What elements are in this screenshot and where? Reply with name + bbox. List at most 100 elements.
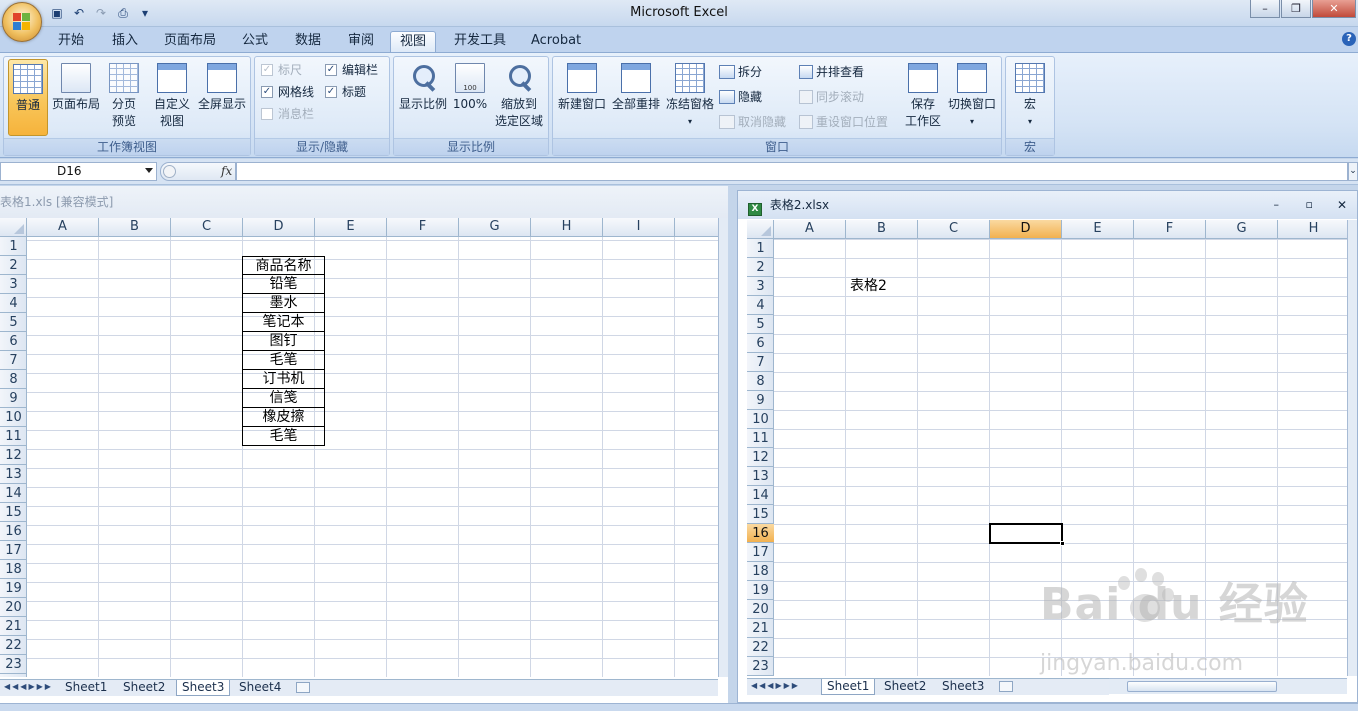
column-header[interactable]: D <box>990 220 1062 238</box>
formula-bar-handle-icon[interactable] <box>163 165 176 178</box>
row-header[interactable]: 13 <box>747 467 774 486</box>
column-header[interactable]: G <box>1206 220 1278 238</box>
row-header[interactable]: 21 <box>0 617 27 636</box>
row-header[interactable]: 17 <box>747 543 774 562</box>
column-header[interactable]: H <box>531 218 603 236</box>
message-bar-checkbox[interactable]: 消息栏 <box>261 104 314 124</box>
row-header[interactable]: 14 <box>0 484 27 503</box>
cell-grid[interactable]: 商品名称 铅笔 墨水 笔记本 图钉 毛笔 订书机 信笺 橡皮擦 毛笔 <box>27 237 718 677</box>
insert-function-icon[interactable]: fx <box>221 164 232 178</box>
horizontal-scrollbar[interactable] <box>1109 678 1347 694</box>
reset-window-position-button[interactable]: 重设窗口位置 <box>799 112 888 132</box>
sheet-tab-sheet3[interactable]: Sheet3 <box>937 679 989 695</box>
row-header[interactable]: 11 <box>747 429 774 448</box>
row-header[interactable]: 11 <box>0 427 27 446</box>
arrange-all-button[interactable]: 全部重排 <box>610 59 662 136</box>
row-header[interactable]: 15 <box>747 505 774 524</box>
formula-input[interactable] <box>236 162 1348 181</box>
column-header[interactable]: I <box>603 218 675 236</box>
full-screen-button[interactable]: 全屏显示 <box>196 59 248 136</box>
close-button[interactable]: ✕ <box>1312 0 1356 18</box>
scroll-thumb[interactable] <box>1127 681 1277 692</box>
row-header[interactable]: 3 <box>0 275 27 294</box>
row-header[interactable]: 19 <box>747 581 774 600</box>
column-header[interactable]: E <box>1062 220 1134 238</box>
sync-scroll-button[interactable]: 同步滚动 <box>799 87 864 107</box>
row-header[interactable]: 8 <box>0 370 27 389</box>
tab-insert[interactable]: 插入 <box>108 31 142 52</box>
column-header[interactable]: C <box>171 218 243 236</box>
zoom-to-selection-button[interactable]: 缩放到 选定区域 <box>492 59 546 136</box>
row-header[interactable]: 8 <box>747 372 774 391</box>
cell-d3[interactable]: 铅笔 <box>242 275 325 294</box>
tab-home[interactable]: 开始 <box>54 31 88 52</box>
gridlines-checkbox[interactable]: ✓ 网格线 <box>261 82 314 102</box>
name-box[interactable]: D16 <box>0 162 157 181</box>
row-header[interactable]: 3 <box>747 277 774 296</box>
minimize-button[interactable]: – <box>1250 0 1280 18</box>
switch-windows-button[interactable]: 切换窗口 ▾ <box>946 59 998 136</box>
sheet-tab-sheet4[interactable]: Sheet4 <box>234 680 286 696</box>
row-header[interactable]: 4 <box>747 296 774 315</box>
select-all-corner[interactable] <box>0 218 27 237</box>
row-header[interactable]: 12 <box>0 446 27 465</box>
page-layout-view-button[interactable]: 页面布局 <box>50 59 102 136</box>
minimize-icon[interactable]: – <box>1274 191 1280 219</box>
sheet-tab-sheet2[interactable]: Sheet2 <box>879 679 931 695</box>
row-header[interactable]: 6 <box>747 334 774 353</box>
row-header[interactable]: 5 <box>747 315 774 334</box>
sheet-tab-sheet2[interactable]: Sheet2 <box>118 680 170 696</box>
row-header[interactable]: 16 <box>747 524 774 543</box>
row-header[interactable]: 9 <box>747 391 774 410</box>
row-header[interactable]: 7 <box>0 351 27 370</box>
tab-data[interactable]: 数据 <box>291 31 325 52</box>
tab-developer[interactable]: 开发工具 <box>450 31 510 52</box>
row-header[interactable]: 21 <box>747 619 774 638</box>
custom-views-button[interactable]: 自定义 视图 <box>150 59 194 136</box>
row-header[interactable]: 14 <box>747 486 774 505</box>
cell-b3[interactable]: 表格2 <box>846 277 918 296</box>
zoom-100-button[interactable]: 100 100% <box>451 59 489 136</box>
fill-handle[interactable] <box>1060 541 1065 546</box>
restore-button[interactable]: ❐ <box>1281 0 1311 18</box>
row-header[interactable]: 2 <box>0 256 27 275</box>
column-header[interactable]: C <box>918 220 990 238</box>
cell-d7[interactable]: 毛笔 <box>242 351 325 370</box>
row-header[interactable]: 15 <box>0 503 27 522</box>
column-header[interactable]: F <box>1134 220 1206 238</box>
cell-d10[interactable]: 橡皮擦 <box>242 408 325 427</box>
column-header[interactable]: D <box>243 218 315 236</box>
row-header[interactable]: 22 <box>0 636 27 655</box>
column-header[interactable]: A <box>27 218 99 236</box>
sheet-tab-sheet1[interactable]: Sheet1 <box>60 680 112 696</box>
normal-view-button[interactable]: 普通 <box>8 59 48 136</box>
vertical-scrollbar[interactable] <box>718 218 728 677</box>
row-header[interactable]: 22 <box>747 638 774 657</box>
headings-checkbox[interactable]: ✓ 标题 <box>325 82 366 102</box>
expand-formula-bar-icon[interactable]: ⌄ <box>1348 162 1358 181</box>
row-header[interactable]: 20 <box>0 598 27 617</box>
ruler-checkbox[interactable]: ✓ 标尺 <box>261 60 302 80</box>
row-header[interactable]: 12 <box>747 448 774 467</box>
page-break-preview-button[interactable]: 分页 预览 <box>104 59 144 136</box>
row-header[interactable]: 18 <box>0 560 27 579</box>
cell-d9[interactable]: 信笺 <box>242 389 325 408</box>
sheet-nav-icon[interactable]: ◀◀◀▶▶▶ <box>751 681 800 690</box>
column-header[interactable]: E <box>315 218 387 236</box>
macros-button[interactable]: 宏 ▾ <box>1009 59 1051 136</box>
save-workspace-button[interactable]: 保存 工作区 <box>901 59 945 136</box>
tab-formulas[interactable]: 公式 <box>238 31 272 52</box>
row-header[interactable]: 19 <box>0 579 27 598</box>
tab-view[interactable]: 视图 <box>390 31 436 52</box>
column-header[interactable]: B <box>846 220 918 238</box>
row-header[interactable]: 23 <box>747 657 774 676</box>
chevron-down-icon[interactable] <box>145 168 153 173</box>
column-header[interactable]: F <box>387 218 459 236</box>
cell-d4[interactable]: 墨水 <box>242 294 325 313</box>
cell-d5[interactable]: 笔记本 <box>242 313 325 332</box>
row-header[interactable]: 10 <box>747 410 774 429</box>
row-header[interactable]: 4 <box>0 294 27 313</box>
hide-button[interactable]: 隐藏 <box>719 87 762 107</box>
row-header[interactable]: 9 <box>0 389 27 408</box>
cell-d2[interactable]: 商品名称 <box>242 256 325 275</box>
